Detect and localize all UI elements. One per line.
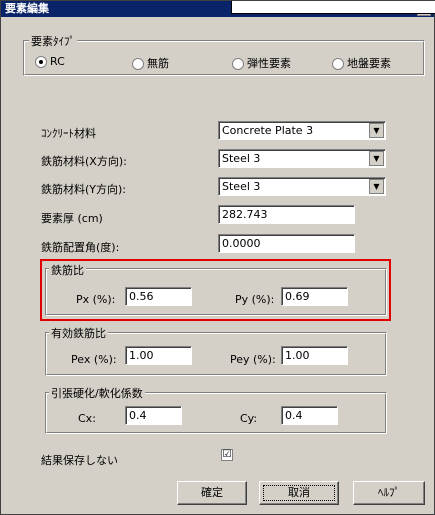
tension-softening-group-label: 引張硬化/軟化係数: [49, 385, 145, 401]
radio-rc-label: RC: [50, 55, 65, 68]
radio-elastic-label: 弾性要素: [247, 57, 291, 70]
py-label: Py (%):: [235, 293, 275, 306]
ok-button[interactable]: 確定: [177, 481, 247, 505]
pey-label: Pey (%):: [230, 353, 276, 366]
pey-input[interactable]: 1.00: [281, 346, 348, 365]
thickness-label: 要素厚 (cm): [41, 212, 103, 225]
radio-rc-dot: [35, 56, 47, 68]
px-label: Px (%):: [76, 293, 116, 306]
help-button[interactable]: ﾍﾙﾌﾟ: [353, 481, 425, 505]
px-input[interactable]: 0.56: [125, 287, 192, 306]
radio-rc[interactable]: RC: [35, 55, 65, 68]
cancel-button[interactable]: 取消: [259, 481, 339, 505]
concrete-material-value: Concrete Plate 3: [222, 124, 314, 137]
py-input[interactable]: 0.69: [281, 287, 348, 306]
rebar-x-label: 鉄筋材料(X方向):: [41, 155, 127, 168]
pex-input[interactable]: 1.00: [125, 346, 192, 365]
effective-ratio-group-label: 有効鉄筋比: [49, 325, 108, 341]
rebar-angle-input[interactable]: 0.0000: [218, 234, 355, 253]
rebar-angle-label: 鉄筋配置角(度):: [41, 241, 120, 254]
dialog-title: 要素編集: [5, 2, 49, 15]
radio-elastic[interactable]: 弾性要素: [232, 55, 291, 71]
rebar-y-label: 鉄筋材料(Y方向):: [41, 183, 127, 196]
cx-label: Cx:: [78, 412, 96, 425]
element-type-group-label: 要素ﾀｲﾌﾟ: [29, 33, 77, 49]
rebar-x-value: Steel 3: [222, 152, 261, 165]
concrete-material-select[interactable]: Concrete Plate 3 ▼: [218, 121, 386, 140]
cy-label: Cy:: [240, 412, 258, 425]
radio-ground-dot: [332, 58, 344, 70]
no-save-label: 結果保存しない: [41, 454, 118, 467]
title-bar-overlay: [231, 1, 435, 14]
edit-element-dialog: 要素編集 ✕ 要素ﾀｲﾌﾟ RC 無筋 弾性要素 地盤要素 ｺﾝｸﾘｰﾄ材料 C…: [0, 0, 435, 515]
no-save-checkbox[interactable]: ☑: [221, 449, 233, 461]
chevron-down-icon[interactable]: ▼: [369, 123, 384, 138]
rebar-y-value: Steel 3: [222, 180, 261, 193]
rebar-y-select[interactable]: Steel 3 ▼: [218, 177, 386, 196]
radio-plain-label: 無筋: [147, 57, 169, 70]
radio-plain[interactable]: 無筋: [132, 55, 169, 71]
radio-elastic-dot: [232, 58, 244, 70]
pex-label: Pex (%):: [71, 353, 117, 366]
radio-ground[interactable]: 地盤要素: [332, 55, 391, 71]
concrete-material-label: ｺﾝｸﾘｰﾄ材料: [41, 127, 96, 140]
chevron-down-icon[interactable]: ▼: [369, 179, 384, 194]
chevron-down-icon[interactable]: ▼: [369, 151, 384, 166]
cx-input[interactable]: 0.4: [125, 406, 182, 425]
rebar-ratio-group-label: 鉄筋比: [49, 262, 86, 278]
rebar-x-select[interactable]: Steel 3 ▼: [218, 149, 386, 168]
cy-input[interactable]: 0.4: [281, 406, 338, 425]
thickness-input[interactable]: 282.743: [218, 205, 355, 224]
radio-plain-dot: [132, 58, 144, 70]
radio-ground-label: 地盤要素: [347, 57, 391, 70]
